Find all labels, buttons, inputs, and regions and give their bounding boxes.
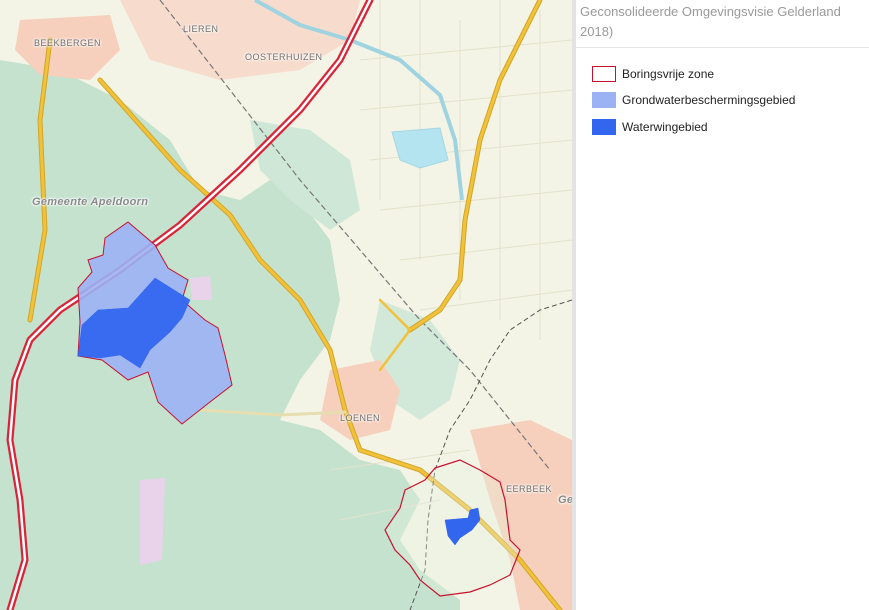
- place-label-beekbergen: BEEKBERGEN: [34, 38, 102, 48]
- place-label-lieren: LIEREN: [183, 24, 219, 34]
- place-label-eerbeek: EERBEEK: [506, 484, 553, 494]
- place-label-oosterhuizen: OOSTERHUIZEN: [245, 52, 323, 62]
- place-label-loenen: LOENEN: [340, 413, 381, 423]
- municipality-label-edge: Ge: [558, 494, 572, 506]
- built-area-loenen: [320, 360, 400, 440]
- municipality-label-apeldoorn: Gemeente Apeldoorn: [32, 196, 149, 208]
- map-canvas[interactable]: [0, 0, 572, 610]
- map-view[interactable]: BEEKBERGEN LIEREN OOSTERHUIZEN Gemeente …: [0, 0, 572, 610]
- swatch-groundwater-protection: [592, 92, 616, 108]
- swatch-drilling-free-zone: [592, 66, 616, 82]
- legend-panel: Geconsolideerde Omgevingsvisie Gelderlan…: [576, 0, 869, 610]
- legend-item-water-extraction: Waterwingebied: [592, 117, 708, 137]
- legend-title: Geconsolideerde Omgevingsvisie Gelderlan…: [580, 4, 841, 39]
- legend-divider: [576, 47, 869, 48]
- legend-label: Waterwingebied: [622, 120, 708, 134]
- legend-item-drilling-free-zone: Boringsvrije zone: [592, 64, 714, 84]
- legend-item-groundwater-protection: Grondwaterbeschermingsgebied: [592, 90, 795, 110]
- legend-label: Grondwaterbeschermingsgebied: [622, 93, 796, 107]
- swatch-water-extraction: [592, 119, 616, 135]
- legend-label: Boringsvrije zone: [622, 67, 715, 81]
